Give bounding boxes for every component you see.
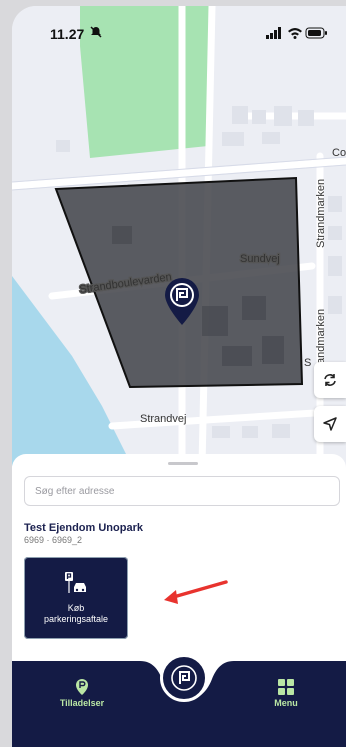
nav-menu[interactable]: Menu [256, 678, 316, 708]
phone-screen: Strandboulevarden Sundvej Strandvej Stra… [12, 6, 346, 747]
property-name: Test Ejendom Unopark [24, 522, 143, 534]
annotation-arrow-icon [164, 580, 228, 604]
battery-icon [305, 27, 327, 39]
buy-parking-agreement-label: Køb parkeringsaftale [43, 603, 109, 624]
street-label-strandmarken: Strandmarken [315, 179, 327, 248]
refresh-icon [324, 374, 336, 386]
center-parking-button[interactable] [160, 654, 208, 702]
buy-parking-agreement-button[interactable]: Køb parkeringsaftale [24, 557, 128, 639]
street-label-fragment-s: S [304, 357, 311, 369]
nav-permits-label: Tilladelser [59, 698, 105, 708]
bell-muted-icon [90, 26, 102, 38]
map-view[interactable]: Strandboulevarden Sundvej Strandvej Stra… [12, 6, 346, 466]
location-arrow-icon [323, 417, 337, 431]
status-bar: 11.27 [12, 6, 346, 50]
parking-car-icon [65, 572, 86, 593]
parking-logo-icon [171, 665, 197, 691]
grid-menu-icon [278, 679, 294, 695]
permit-pin-icon [76, 679, 88, 695]
street-label-co: Co [332, 147, 346, 159]
street-label-strandvej: Strandvej [140, 413, 186, 425]
map-refresh-button[interactable] [314, 362, 346, 398]
nav-menu-label: Menu [274, 698, 298, 708]
address-search-input[interactable] [24, 476, 340, 506]
street-label-sundvej: Sundvej [240, 253, 280, 265]
property-id: 6969 · 6969_2 [24, 535, 83, 545]
status-time: 11.27 [50, 26, 85, 42]
signal-icon [266, 27, 281, 39]
map-locate-button[interactable] [314, 406, 346, 442]
wifi-icon [288, 28, 302, 39]
status-icons [266, 27, 327, 39]
nav-permits[interactable]: Tilladelser [52, 678, 112, 708]
sheet-drag-handle[interactable] [168, 462, 198, 465]
